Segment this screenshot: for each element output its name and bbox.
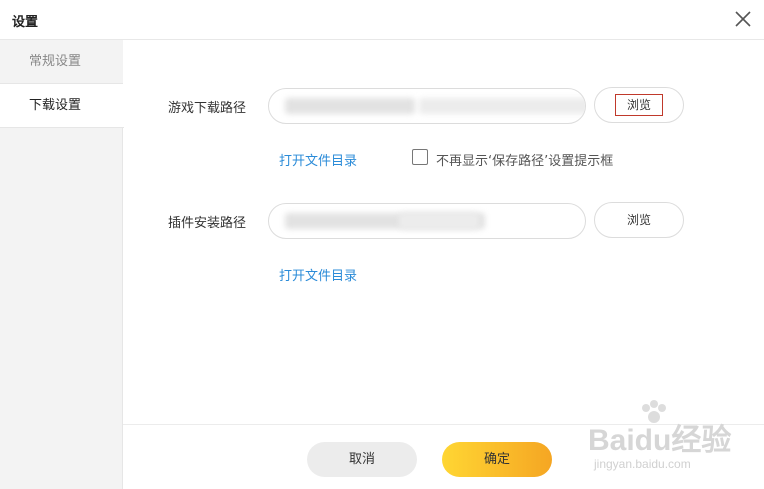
dialog-title: 设置 [12, 15, 39, 30]
sidebar-item-general[interactable]: 常规设置 [0, 40, 123, 84]
settings-sidebar: 常规设置 下载设置 [0, 40, 124, 489]
no-prompt-checkbox[interactable] [412, 149, 428, 165]
redacted-path-middle [399, 213, 479, 229]
plugin-install-path-input[interactable] [268, 203, 586, 239]
redacted-path [285, 98, 415, 114]
watermark-url: jingyan.baidu.com [593, 457, 691, 471]
browse-button-label: 浏览 [626, 213, 651, 227]
game-download-browse-button[interactable]: 浏览 [594, 87, 684, 123]
sidebar-item-download[interactable]: 下载设置 [0, 84, 124, 128]
redacted-path-tail [419, 98, 585, 114]
browse-button-label: 浏览 [614, 94, 663, 116]
baidu-jingyan-watermark: Baidu经验 jingyan.baidu.com [588, 400, 731, 471]
plugin-install-browse-button[interactable]: 浏览 [594, 202, 684, 238]
plugin-open-folder-link[interactable]: 打开文件目录 [279, 265, 357, 284]
ok-button[interactable]: 确定 [442, 442, 552, 477]
cancel-button[interactable]: 取消 [307, 442, 417, 477]
title-bar: 设置 [0, 0, 764, 40]
game-open-folder-link[interactable]: 打开文件目录 [279, 150, 357, 169]
no-prompt-checkbox-label: 不再显示‘保存路径’设置提示框 [436, 154, 614, 169]
watermark-text: Baidu经验 [588, 423, 731, 457]
game-download-path-input[interactable] [268, 88, 586, 124]
game-download-path-label: 游戏下载路径 [168, 101, 247, 116]
plugin-install-path-label: 插件安装路径 [168, 216, 247, 231]
close-icon[interactable] [732, 8, 754, 30]
